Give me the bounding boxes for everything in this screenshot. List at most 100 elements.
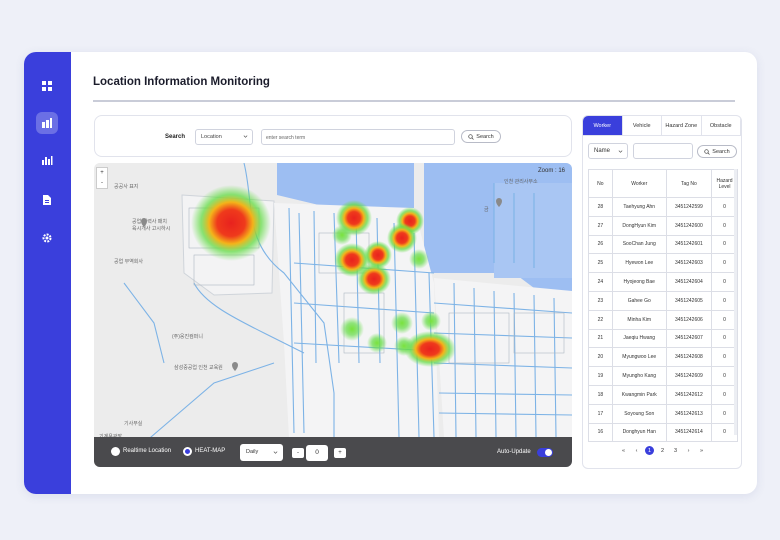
search-input[interactable]: enter search term bbox=[261, 129, 455, 145]
worker-table: No Worker Tag No Hazard Level 28 Taehyung… bbox=[588, 169, 738, 443]
first-page-button[interactable]: « bbox=[619, 446, 628, 455]
table-cell: Myungwoo Lee bbox=[611, 347, 667, 368]
table-cell: 22 bbox=[588, 309, 613, 330]
page-button-3[interactable]: 3 bbox=[671, 446, 680, 455]
table-row[interactable]: 18 Kwangmin Park 3451242612 0 bbox=[588, 384, 738, 405]
zoom-in-button[interactable]: + bbox=[97, 168, 107, 178]
document-icon[interactable] bbox=[36, 189, 58, 211]
period-value: Daily bbox=[246, 449, 259, 455]
filter-field-select[interactable]: Name bbox=[588, 143, 628, 159]
table-row[interactable]: 23 Gahee Go 3451242605 0 bbox=[588, 290, 738, 311]
gear-icon[interactable] bbox=[36, 227, 58, 249]
table-cell: Hyojeong Bae bbox=[611, 272, 667, 292]
chevron-down-icon bbox=[243, 135, 248, 138]
table-cell: Gahee Go bbox=[611, 290, 667, 311]
building-chart-icon[interactable] bbox=[36, 112, 58, 134]
search-label: Search bbox=[165, 134, 186, 140]
table-row[interactable]: 26 SooChan Jung 3451242601 0 bbox=[588, 234, 738, 255]
place-label: 기사무실 bbox=[124, 420, 143, 427]
search-field-select[interactable]: Location bbox=[195, 129, 253, 145]
tab-vehicle[interactable]: Vehicle bbox=[622, 116, 662, 136]
table-cell: 18 bbox=[588, 384, 613, 405]
table-row[interactable]: 19 Myungho Kang 3451242609 0 bbox=[588, 366, 738, 386]
search-icon bbox=[704, 148, 711, 155]
table-cell: Taehyung Ahn bbox=[611, 197, 667, 217]
table-row[interactable]: 25 Hyewon Lee 3451242603 0 bbox=[588, 253, 738, 274]
page-button-2[interactable]: 2 bbox=[658, 446, 667, 455]
filter-search-button[interactable]: Search bbox=[697, 145, 737, 158]
table-row[interactable]: 24 Hyojeong Bae 3451242604 0 bbox=[588, 272, 738, 292]
realtime-location-radio[interactable] bbox=[111, 447, 120, 456]
table-cell: 23 bbox=[588, 290, 613, 311]
tab-obstacle[interactable]: Obstacle bbox=[701, 116, 741, 136]
last-page-button[interactable]: » bbox=[697, 446, 706, 455]
table-cell: 3451242601 bbox=[665, 234, 713, 255]
table-cell: 17 bbox=[588, 403, 613, 424]
table-cell: 3451242612 bbox=[665, 384, 713, 405]
table-cell: 24 bbox=[588, 272, 613, 292]
search-field-value: Location bbox=[201, 134, 222, 140]
table-row[interactable]: 21 Jaeqiu Hwang 3451242607 0 bbox=[588, 328, 738, 349]
table-cell: 26 bbox=[588, 234, 613, 255]
stepper-value[interactable]: 0 bbox=[306, 445, 328, 461]
table-cell: 28 bbox=[588, 197, 613, 217]
next-page-button[interactable]: › bbox=[684, 446, 693, 455]
table-cell: DongHyun Kim bbox=[611, 215, 667, 236]
table-scrollbar[interactable] bbox=[734, 169, 737, 435]
pagination: « ‹ 1 2 3 › » bbox=[619, 446, 706, 455]
auto-update-toggle[interactable] bbox=[537, 448, 553, 457]
table-cell: 3451242605 bbox=[665, 290, 713, 311]
place-label: 공업 협력사 패치 bbox=[132, 218, 167, 225]
table-row[interactable]: 28 Taehyung Ahn 3451242599 0 bbox=[588, 197, 738, 217]
place-label: 삼성중공업 인천 교육원 bbox=[174, 364, 223, 371]
table-cell: 3451242614 bbox=[665, 422, 713, 443]
table-cell: Jaeqiu Hwang bbox=[611, 328, 667, 349]
column-header: No bbox=[588, 169, 613, 198]
bar-chart-icon[interactable] bbox=[36, 149, 58, 171]
zoom-out-button[interactable]: - bbox=[97, 178, 107, 188]
stepper-plus-button[interactable]: + bbox=[334, 448, 346, 458]
table-cell: Donghyun Han bbox=[611, 422, 667, 443]
table-cell: 3451242603 bbox=[665, 253, 713, 274]
table-cell: 27 bbox=[588, 215, 613, 236]
column-header: Worker bbox=[611, 169, 667, 198]
chevron-down-icon bbox=[618, 150, 623, 153]
table-cell: Soyoung Son bbox=[611, 403, 667, 424]
main-card: Location Information Monitoring Search L… bbox=[24, 52, 757, 494]
tab-worker[interactable]: Worker bbox=[583, 116, 623, 136]
filter-field-value: Name bbox=[594, 148, 611, 154]
stepper-minus-button[interactable]: - bbox=[292, 448, 304, 458]
chevron-down-icon bbox=[273, 451, 278, 454]
search-button[interactable]: Search bbox=[461, 130, 501, 143]
column-header: Tag No bbox=[665, 169, 713, 198]
filter-search-label: Search bbox=[712, 148, 730, 155]
entity-panel: Worker Vehicle Hazard Zone Obstacle Name… bbox=[582, 115, 742, 469]
prev-page-button[interactable]: ‹ bbox=[632, 446, 641, 455]
table-row[interactable]: 27 DongHyun Kim 3451242600 0 bbox=[588, 215, 738, 236]
table-row[interactable]: 20 Myungwoo Lee 3451242608 0 bbox=[588, 347, 738, 368]
place-label: 인천 관리사무소 bbox=[504, 178, 538, 185]
period-select[interactable]: Daily bbox=[240, 444, 283, 461]
table-row[interactable]: 16 Donghyun Han 3451242614 0 bbox=[588, 422, 738, 443]
table-row[interactable]: 17 Soyoung Son 3451242613 0 bbox=[588, 403, 738, 424]
table-cell: Myungho Kang bbox=[611, 366, 667, 386]
place-label: 육시개사 고시하시 bbox=[132, 225, 170, 232]
table-cell: 19 bbox=[588, 366, 613, 386]
heatmap-radio[interactable] bbox=[183, 447, 192, 456]
table-cell: 3451242600 bbox=[665, 215, 713, 236]
table-cell: 3451242608 bbox=[665, 347, 713, 368]
table-cell: Kwangmin Park bbox=[611, 384, 667, 405]
tab-hazard-zone[interactable]: Hazard Zone bbox=[662, 116, 702, 136]
title-divider bbox=[93, 100, 735, 102]
dashboard-icon[interactable] bbox=[36, 75, 58, 97]
page-button-1[interactable]: 1 bbox=[645, 446, 654, 455]
page-title: Location Information Monitoring bbox=[93, 76, 270, 88]
table-row[interactable]: 22 Minha Kim 3451242606 0 bbox=[588, 309, 738, 330]
table-header-row: No Worker Tag No Hazard Level bbox=[588, 169, 738, 198]
map-view[interactable]: 공업 협력사 패치 육시개사 고시하시 공업 무역회사 금 인천 관리사무소 (… bbox=[94, 163, 572, 467]
filter-input[interactable] bbox=[633, 143, 693, 159]
place-label: 공업 무역회사 bbox=[114, 258, 143, 265]
zoom-control: + - bbox=[96, 167, 108, 189]
table-cell: 3451242606 bbox=[665, 309, 713, 330]
table-cell: SooChan Jung bbox=[611, 234, 667, 255]
